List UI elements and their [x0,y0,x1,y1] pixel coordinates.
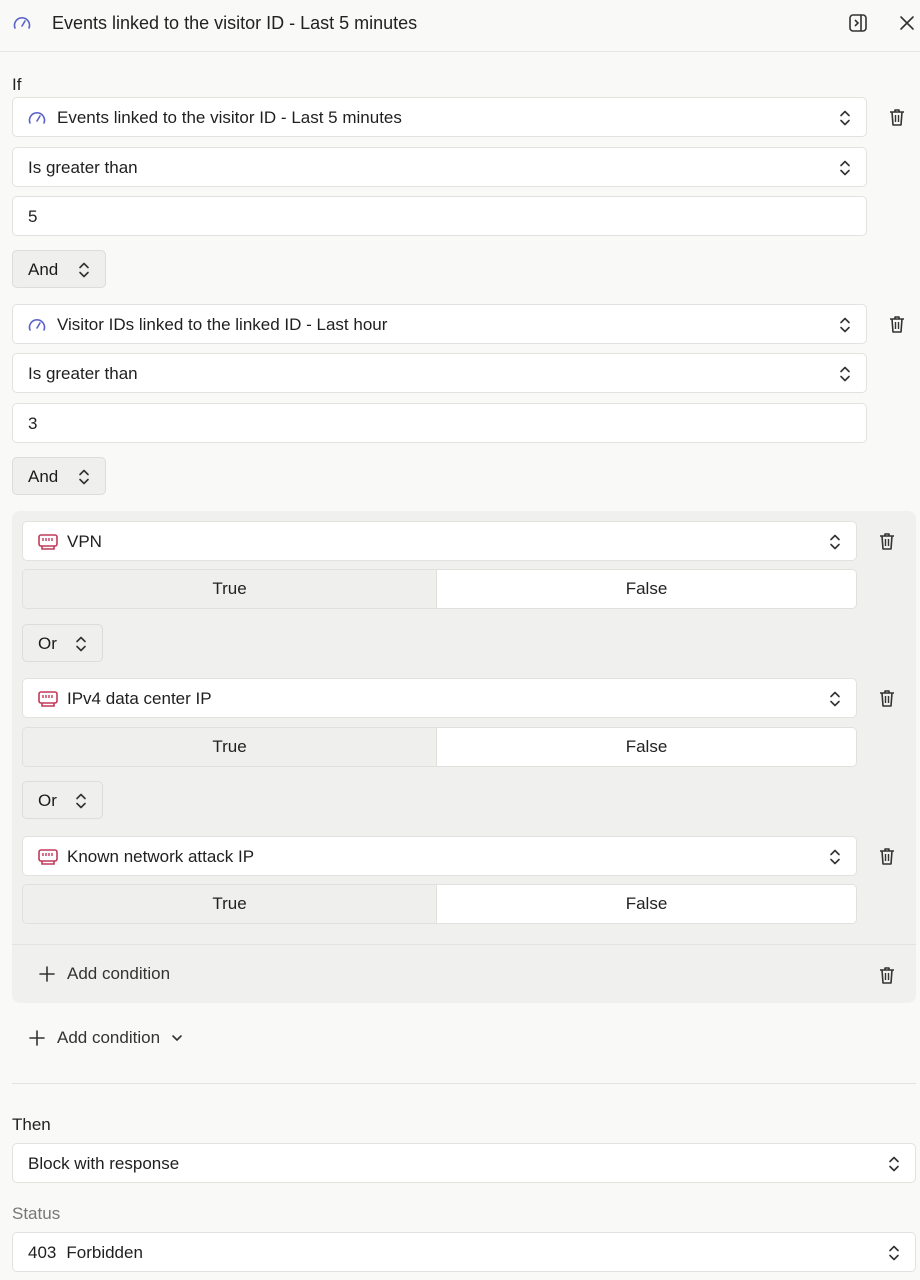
trash-icon[interactable] [887,314,907,334]
status-value: 403 Forbidden [28,1243,143,1263]
condition-1-operator-select[interactable]: Is greater than [12,147,867,187]
condition-2-operator-label: Is greater than [28,364,138,383]
chevron-up-down-icon [889,1245,899,1261]
condition-1-signal-label: Events linked to the visitor ID - Last 5… [57,108,402,127]
condition-1-value-input[interactable]: 5 [12,196,867,236]
add-condition-button[interactable]: Add condition [28,1027,184,1049]
condition-1-operator-label: Is greater than [28,158,138,177]
section-divider [12,1083,916,1084]
group-connector-1-label: Or [38,634,57,653]
chevron-down-icon [172,1035,182,1041]
status-code: 403 [28,1243,57,1262]
then-label: Then [12,1115,51,1134]
group-add-condition-button[interactable]: Add condition [38,963,170,985]
group-add-condition-label: Add condition [67,964,171,983]
plus-icon [39,966,55,982]
trash-icon[interactable] [877,965,897,985]
group-item-1-toggle: True False [22,569,857,609]
true-option[interactable]: True [23,728,437,766]
close-icon[interactable] [897,13,917,33]
chevron-up-down-icon [889,1156,899,1172]
chevron-up-down-icon [76,636,86,652]
group-connector-2-label: Or [38,791,57,810]
gauge-icon [13,17,31,29]
group-item-3-toggle: True False [22,884,857,924]
network-icon [38,849,58,865]
chevron-up-down-icon [830,849,840,865]
trash-icon[interactable] [877,846,897,866]
trash-icon[interactable] [877,531,897,551]
group-item-3-signal-label: Known network attack IP [67,847,255,866]
false-option[interactable]: False [437,885,856,923]
gauge-icon [28,112,46,124]
connector-2-select[interactable]: And [12,457,106,495]
false-option[interactable]: False [437,570,856,608]
plus-icon [29,1030,45,1046]
status-select[interactable]: 403 Forbidden [12,1232,916,1272]
false-option[interactable]: False [437,728,856,766]
chevron-up-down-icon [76,793,86,809]
status-text: Forbidden [66,1243,143,1262]
trash-icon[interactable] [877,688,897,708]
chevron-up-down-icon [840,160,850,176]
group-item-1-signal-select[interactable]: VPN [22,521,857,561]
panel-header: Events linked to the visitor ID - Last 5… [0,0,920,52]
true-option[interactable]: True [23,570,437,608]
chevron-up-down-icon [840,317,850,333]
chevron-up-down-icon [830,534,840,550]
gauge-icon [28,319,46,331]
connector-1-select[interactable]: And [12,250,106,288]
group-connector-2-select[interactable]: Or [22,781,103,819]
group-item-2-signal-select[interactable]: IPv4 data center IP [22,678,857,718]
condition-2-signal-label: Visitor IDs linked to the linked ID - La… [57,315,388,334]
trash-icon[interactable] [887,107,907,127]
panel-title: Events linked to the visitor ID - Last 5… [52,13,418,33]
status-label: Status [12,1204,61,1223]
condition-2-signal-select[interactable]: Visitor IDs linked to the linked ID - La… [12,304,867,344]
group-item-2-signal-label: IPv4 data center IP [67,689,212,708]
condition-1-value: 5 [28,207,38,226]
group-item-2-toggle: True False [22,727,857,767]
connector-1-label: And [28,260,59,279]
condition-2-operator-select[interactable]: Is greater than [12,353,867,393]
action-label: Block with response [28,1154,180,1173]
if-label: If [12,75,22,94]
group-divider [12,944,916,945]
network-icon [38,534,58,550]
network-icon [38,691,58,707]
chevron-up-down-icon [840,366,850,382]
chevron-up-down-icon [79,469,89,485]
chevron-up-down-icon [830,691,840,707]
condition-2-value: 3 [28,414,38,433]
group-connector-1-select[interactable]: Or [22,624,103,662]
action-select[interactable]: Block with response [12,1143,916,1183]
group-item-3-signal-select[interactable]: Known network attack IP [22,836,857,876]
connector-2-label: And [28,467,59,486]
condition-2-value-input[interactable]: 3 [12,403,867,443]
chevron-up-down-icon [840,110,850,126]
chevron-up-down-icon [79,262,89,278]
condition-1-signal-select[interactable]: Events linked to the visitor ID - Last 5… [12,97,867,137]
true-option[interactable]: True [23,885,437,923]
group-item-1-signal-label: VPN [67,532,102,551]
sidebar-toggle-icon[interactable] [848,13,868,33]
add-condition-label: Add condition [57,1028,161,1047]
